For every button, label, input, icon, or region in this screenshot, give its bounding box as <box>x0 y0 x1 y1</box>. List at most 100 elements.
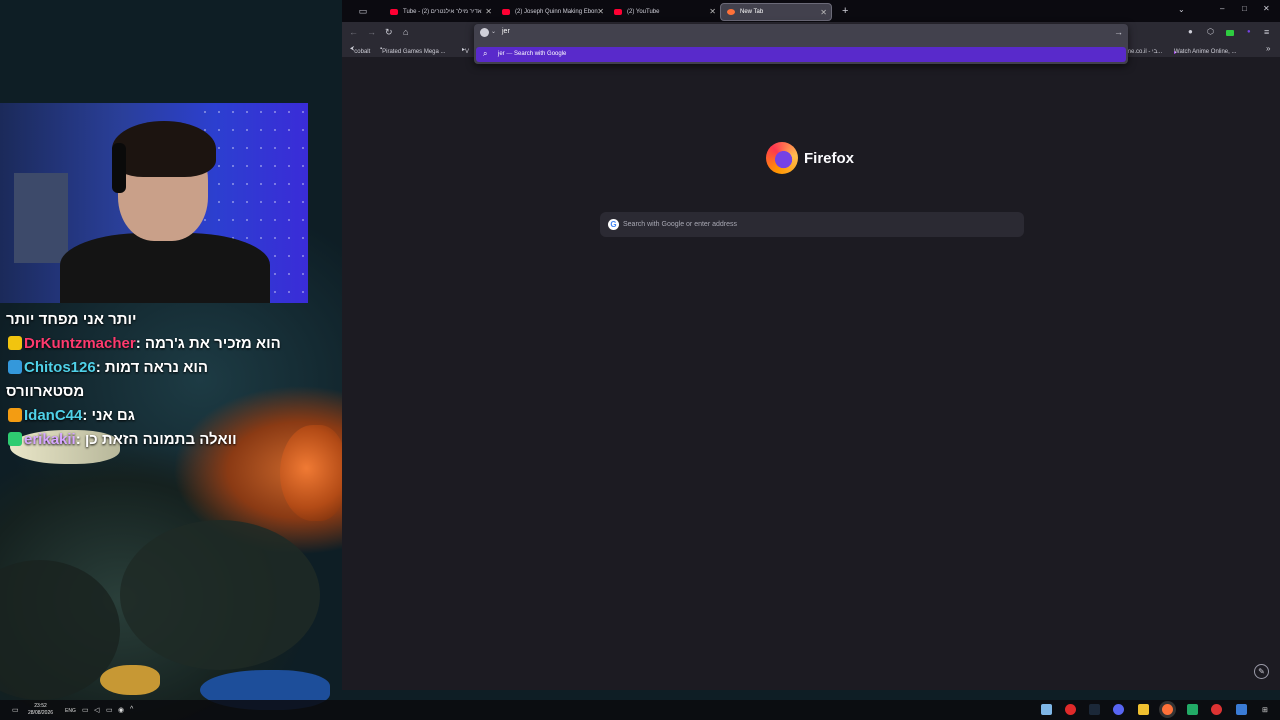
chat-message: DrKuntzmacher: הוא מזכיר את ג'רמה <box>6 332 336 356</box>
chat-message: Chitos126: הוא נראה דמות <box>6 356 336 380</box>
tab-new-tab[interactable]: New Tab ✕ <box>720 3 832 21</box>
firefox-app-icon[interactable] <box>1162 704 1173 715</box>
firefox-logo-icon <box>766 142 798 174</box>
file-explorer-icon[interactable] <box>1138 704 1149 715</box>
url-input[interactable]: jer <box>502 28 510 35</box>
firefox-icon <box>727 9 735 15</box>
close-icon[interactable]: ✕ <box>597 7 604 16</box>
bookmark-cobalt[interactable]: ⮜ cobalt <box>350 46 370 55</box>
chevron-right-icon[interactable]: » <box>1266 44 1270 53</box>
chat-text: הוא נראה דמות <box>104 359 209 376</box>
discord-icon[interactable]: ◉ <box>118 706 124 714</box>
search-engine-icon[interactable] <box>480 28 489 37</box>
chevron-up-icon[interactable]: ^ <box>130 706 133 713</box>
chat-username: Chitos126 <box>24 359 96 376</box>
back-icon[interactable]: ← <box>349 27 358 37</box>
extensions-icon[interactable]: ⬡ <box>1207 27 1214 36</box>
google-icon: G <box>608 219 619 230</box>
chat-username: DrKuntzmacher <box>24 335 136 352</box>
search-placeholder: Search with Google or enter address <box>623 221 738 228</box>
bookmark-label: Pirated Games Mega ... <box>382 49 446 55</box>
minimize-icon[interactable]: – <box>1220 4 1224 13</box>
wifi-icon[interactable]: ▭ <box>82 706 89 714</box>
chat-message: IdanC44: גם אני <box>6 404 336 428</box>
suggestion-separator: — <box>506 51 513 57</box>
home-icon[interactable]: ⌂ <box>403 27 408 37</box>
tab-label: New Tab <box>740 9 764 15</box>
chat-text: מסטארוורס <box>6 383 85 400</box>
newtab-search-input[interactable]: G Search with Google or enter address <box>600 212 1024 237</box>
pencil-icon[interactable]: ✎ <box>1254 664 1269 679</box>
clock[interactable]: 23:52 28/08/2026 <box>28 703 53 717</box>
search-icon: ⌕ <box>483 49 488 58</box>
shield-icon[interactable]: ● <box>1188 27 1193 36</box>
app-icon[interactable] <box>1187 704 1198 715</box>
tab-label: Tube - אדיר מילר אילנטרים (2) <box>403 9 482 15</box>
language-indicator[interactable]: ENG <box>65 708 76 714</box>
chat-message: erikakii: וואלה בתמונה הזאת כן <box>6 428 336 452</box>
chat-text: גם אני <box>91 407 135 424</box>
steam-icon[interactable] <box>1089 704 1100 715</box>
battery-icon[interactable]: ▭ <box>106 706 113 714</box>
app-icon[interactable] <box>1041 704 1052 715</box>
youtube-app-icon[interactable] <box>1065 704 1076 715</box>
url-suggestion-search-google[interactable]: ⌕ jer — Search with Google <box>476 47 1126 62</box>
suggestion-query: jer <box>498 51 505 57</box>
volume-icon[interactable]: ◁ <box>94 706 99 714</box>
clock-date: 28/08/2026 <box>28 710 54 716</box>
extension-icon[interactable] <box>1226 30 1234 36</box>
chat-message: מסטארוורס <box>6 380 336 404</box>
aquarium-rock <box>120 520 320 670</box>
notification-icon[interactable]: ▭ <box>12 706 19 714</box>
youtube-icon <box>390 9 398 15</box>
stream-chat: יותר אני מפחד יותר DrKuntzmacher: הוא מזכ… <box>6 308 336 452</box>
start-icon[interactable]: ⊞ <box>1262 706 1268 714</box>
taskbar: ▭ 23:52 28/08/2026 ENG ▭ ◁ ▭ ◉ ^ ⊞ <box>0 700 1280 720</box>
yellow-fish <box>100 665 160 695</box>
bookmark-label: cobalt <box>354 49 371 55</box>
close-window-icon[interactable]: ✕ <box>1263 4 1270 13</box>
close-icon[interactable]: ✕ <box>485 7 492 16</box>
tab-label: (2) Joseph Quinn Making Ebon <box>515 9 598 15</box>
menu-icon[interactable]: ≡ <box>1264 27 1269 37</box>
chat-badge-icon <box>8 336 22 350</box>
go-arrow-icon[interactable]: → <box>1114 27 1123 37</box>
chat-username: erikakii <box>24 431 76 448</box>
chat-badge-icon <box>8 432 22 446</box>
bookmark-v[interactable]: ▸ V <box>462 46 469 55</box>
suggestion-action: Search with Google <box>514 51 567 57</box>
clock-time: 23:52 <box>34 703 47 709</box>
close-icon[interactable]: ✕ <box>709 7 716 16</box>
urlbar-dropdown: ⌄ jer → ⌕ jer — Search with Google <box>474 24 1128 64</box>
maximize-icon[interactable]: □ <box>1242 4 1247 13</box>
reload-icon[interactable]: ↻ <box>385 27 393 38</box>
bookmark-label: V <box>465 49 470 55</box>
bookmark-label: Watch Anime Online, ... <box>1174 49 1237 55</box>
bookmark-pirated-games[interactable]: ▪ Pirated Games Mega ... <box>380 46 446 55</box>
suggestion-text: jer — Search with Google <box>498 51 566 57</box>
new-tab-button[interactable]: + <box>842 5 848 17</box>
youtube-icon <box>502 9 510 15</box>
tab-label: (2) YouTube <box>627 9 660 15</box>
chevron-down-icon[interactable]: ⌄ <box>1178 5 1185 14</box>
tab-bar: ▭ Tube - אדיר מילר אילנטרים (2) ✕ (2) Jos… <box>342 0 1280 22</box>
tab-youtube-3[interactable]: (2) YouTube ✕ <box>608 3 720 21</box>
webcam-feed <box>0 103 308 303</box>
bookmark-label: me.co.il - בי... <box>1126 49 1163 55</box>
shelf <box>14 173 68 263</box>
streamer-body <box>60 233 270 303</box>
app-icon[interactable] <box>1211 704 1222 715</box>
chat-text: יותר אני מפחד יותר <box>6 311 137 328</box>
firefox-wordmark: Firefox <box>804 150 855 167</box>
chevron-down-icon[interactable]: ⌄ <box>491 28 496 35</box>
youtube-icon <box>614 9 622 15</box>
tab-youtube-2[interactable]: (2) Joseph Quinn Making Ebon ✕ <box>496 3 608 21</box>
tab-youtube-1[interactable]: Tube - אדיר מילר אילנטרים (2) ✕ <box>384 3 496 21</box>
chat-badge-icon <box>8 408 22 422</box>
close-icon[interactable]: ✕ <box>820 8 827 17</box>
forward-icon[interactable]: → <box>367 27 376 37</box>
tab-list-icon[interactable]: ▭ <box>342 6 384 17</box>
discord-app-icon[interactable] <box>1113 704 1124 715</box>
app-icon[interactable] <box>1236 704 1247 715</box>
account-icon[interactable]: ● <box>1247 29 1251 35</box>
